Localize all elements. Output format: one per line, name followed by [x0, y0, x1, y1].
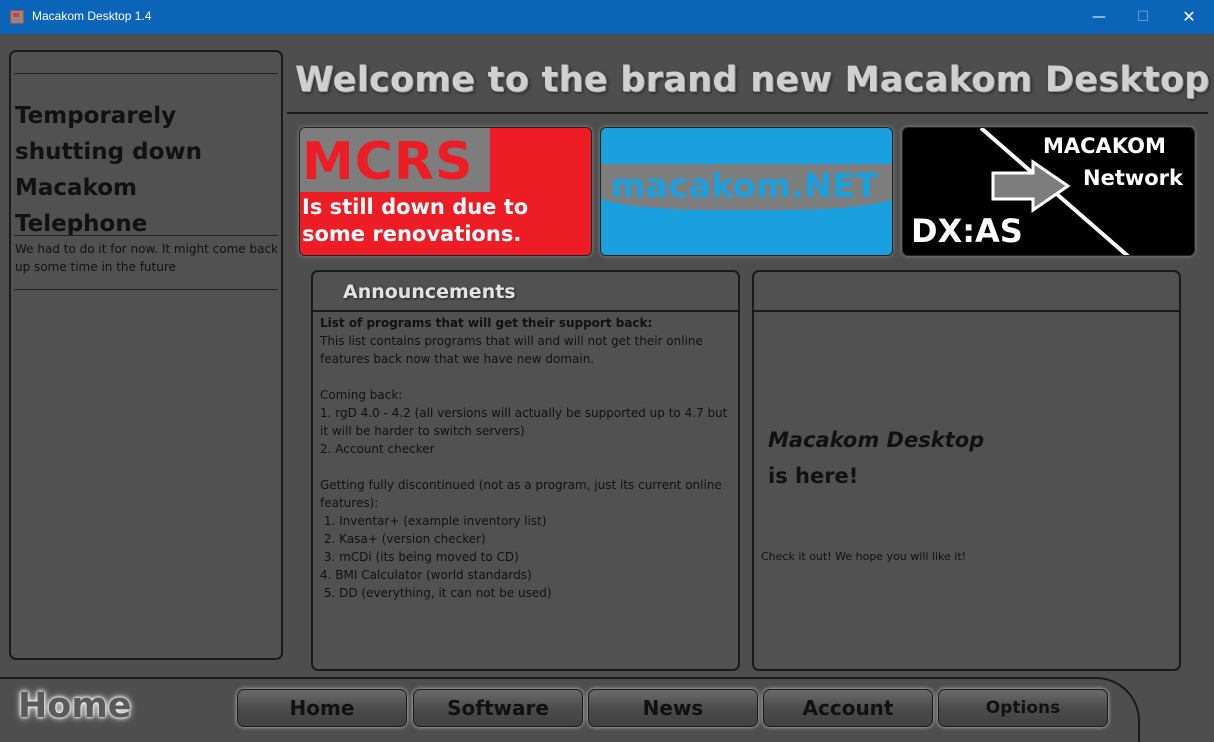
- macakom-net-banner[interactable]: macakom.NET: [600, 127, 893, 256]
- dxas-banner-line3: DX:AS: [911, 212, 1023, 250]
- title-bar[interactable]: Macakom Desktop 1.4 — ☐ ✕: [0, 0, 1214, 34]
- featured-line1: Macakom Desktop: [768, 428, 985, 452]
- divider: [14, 235, 278, 236]
- left-panel-headline: Temporarely shutting down Macakom Teleph…: [15, 103, 203, 237]
- announcements-panel: Announcements List of programs that will…: [311, 270, 740, 671]
- announcements-title: List of programs that will get their sup…: [320, 316, 653, 330]
- dxas-banner-line1: MACAKOM: [1043, 134, 1166, 158]
- nav-news-button[interactable]: News: [588, 689, 758, 727]
- mcrs-banner[interactable]: MCRS Is still down due to some renovatio…: [299, 127, 592, 256]
- mcrs-banner-subtitle: Is still down due to some renovations.: [302, 195, 529, 246]
- window-title: Macakom Desktop 1.4: [32, 9, 152, 23]
- divider: [14, 289, 278, 290]
- nav-account-button[interactable]: Account: [763, 689, 933, 727]
- announcements-body: This list contains programs that will an…: [320, 334, 728, 600]
- app-icon: [10, 10, 24, 24]
- close-button[interactable]: ✕: [1166, 0, 1212, 34]
- current-page-label: Home: [18, 686, 132, 726]
- net-banner-title: macakom.NET: [611, 166, 879, 205]
- dxas-banner-line2: Network: [1083, 166, 1184, 190]
- featured-panel: Macakom Desktop is here! Check it out! W…: [752, 270, 1181, 671]
- minimize-button[interactable]: —: [1076, 0, 1122, 34]
- announcements-content: List of programs that will get their sup…: [320, 314, 735, 602]
- divider: [287, 112, 1208, 114]
- left-news-panel: Temporarely shutting down Macakom Teleph…: [9, 50, 283, 660]
- divider: [754, 310, 1179, 312]
- welcome-title: Welcome to the brand new Macakom Desktop…: [295, 60, 1214, 100]
- app-client-area: Temporarely shutting down Macakom Teleph…: [0, 34, 1214, 742]
- divider: [14, 73, 278, 74]
- divider: [313, 310, 738, 312]
- maximize-button[interactable]: ☐: [1120, 0, 1166, 34]
- featured-caption: Check it out! We hope you will like it!: [761, 550, 967, 563]
- mcrs-banner-title: MCRS: [302, 132, 474, 192]
- nav-software-button[interactable]: Software: [413, 689, 583, 727]
- announcements-heading: Announcements: [343, 281, 516, 303]
- left-panel-body: We had to do it for now. It might come b…: [15, 242, 279, 274]
- nav-options-button[interactable]: Options: [938, 689, 1108, 727]
- featured-line2: is here!: [768, 464, 859, 488]
- dxas-banner[interactable]: MACAKOM Network DX:AS: [902, 127, 1195, 256]
- nav-home-button[interactable]: Home: [237, 689, 407, 727]
